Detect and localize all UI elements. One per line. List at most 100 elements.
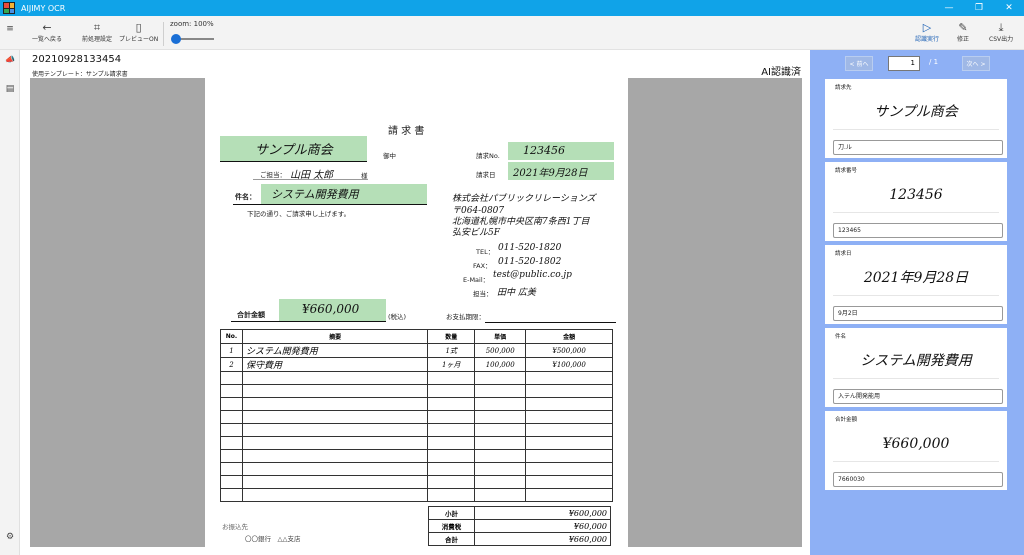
item-unit-price: 100,000: [474, 357, 527, 372]
template-name: 使用テンプレート：サンプル請求書: [32, 71, 128, 78]
left-nav: ≡ 📣 ▤ ⚙: [0, 24, 20, 555]
header-quantity: 数量: [427, 329, 476, 344]
preview-toggle-button[interactable]: ▯ プレビューON: [119, 22, 158, 44]
toolbar-separator: [163, 22, 164, 46]
preprocess-settings-button[interactable]: ⌗ 前処理設定: [82, 21, 112, 44]
item-quantity: [427, 449, 476, 463]
field-card: 請求日 2021年9月28日 9月2日: [825, 245, 1007, 324]
settings-gear-icon[interactable]: ⚙: [4, 532, 16, 542]
field-ocr-input[interactable]: 9月2日: [833, 306, 1003, 321]
close-button[interactable]: ✕: [994, 3, 1024, 13]
subtotal-row: 小計 ¥600,000: [428, 506, 611, 520]
document-canvas[interactable]: 請 求 書 サンプル商会 御中 ご担当： 山田 太郎 様 件名： システム開発費…: [30, 78, 802, 547]
invoice-page: 請 求 書 サンプル商会 御中 ご担当： 山田 太郎 様 件名： システム開発費…: [205, 78, 628, 547]
document-icon[interactable]: ▤: [4, 84, 16, 94]
rep-value: 田中 広美: [497, 288, 536, 298]
field-label: 請求日: [835, 251, 852, 257]
maximize-button[interactable]: ❐: [964, 3, 994, 13]
item-unit-price: [474, 475, 527, 489]
item-unit-price: [474, 449, 527, 463]
table-row: 2 保守費用 1ヶ月 100,000 ¥100,000: [220, 357, 613, 372]
csv-export-button[interactable]: ⤓ CSV出力: [989, 22, 1014, 44]
item-quantity: [427, 384, 476, 398]
edit-button[interactable]: ✎ 修正: [957, 22, 970, 44]
item-description: [241, 436, 429, 450]
item-no: [220, 462, 243, 476]
megaphone-icon[interactable]: 📣: [4, 55, 16, 64]
item-no: [220, 488, 243, 502]
item-quantity: 1ヶ月: [427, 357, 476, 372]
item-description: システム開発費用: [241, 343, 429, 358]
total-amount-text: ¥660,000: [302, 302, 360, 316]
bank-value: 〇〇銀行 △△支店: [245, 535, 301, 543]
item-amount: [525, 384, 613, 398]
crop-icon: ⌗: [93, 21, 101, 34]
toolbar: ← 一覧へ戻る ⌗ 前処理設定 ▯ プレビューON ▷ 認識実行 ✎ 修正 ⤓ …: [0, 16, 1024, 50]
item-amount: ¥500,000: [525, 343, 613, 358]
field-image-crop: 2021年9月28日: [833, 261, 999, 296]
invoice-title: 請 求 書: [388, 126, 425, 137]
item-unit-price: 500,000: [474, 343, 527, 358]
item-description: [241, 410, 429, 424]
recognize-button[interactable]: ▷ 認識実行: [915, 22, 939, 44]
item-no: [220, 397, 243, 411]
item-no: [220, 423, 243, 437]
item-no: 2: [220, 357, 243, 372]
next-page-button[interactable]: 次へ >: [962, 56, 990, 71]
tax-value: ¥60,000: [474, 519, 611, 533]
item-description: [241, 449, 429, 463]
item-no: [220, 384, 243, 398]
item-unit-price: [474, 488, 527, 502]
field-label: 請求番号: [835, 168, 858, 174]
window-title: AIJIMY OCR: [21, 3, 66, 13]
minimize-button[interactable]: —: [934, 3, 964, 13]
app-logo-icon: [3, 2, 15, 14]
zoom-slider[interactable]: [170, 34, 214, 44]
fields-panel: < 前へ 1 / 1 次へ > 請求先 サンプル商会 刀.ル請求番号 123456 12…: [810, 50, 1024, 555]
item-unit-price: [474, 436, 527, 450]
field-ocr-input[interactable]: 入テん開発能用: [833, 389, 1003, 404]
field-card: 請求先 サンプル商会 刀.ル: [825, 79, 1007, 158]
item-amount: ¥100,000: [525, 357, 613, 372]
field-label: 合計金額: [835, 417, 858, 423]
subject-label: 件名：: [235, 193, 256, 201]
page-total: / 1: [929, 58, 939, 66]
totals-table: 小計 ¥600,000 消費税 ¥60,000 合計 ¥660,000: [428, 506, 611, 546]
edit-label: 修正: [957, 36, 970, 43]
field-card: 件名 システム開発費用 入テん開発能用: [825, 328, 1007, 407]
table-row: [220, 423, 613, 437]
fax-value: 011-520-1802: [498, 257, 562, 267]
table-row: [220, 410, 613, 424]
invoice-date-label: 請求日: [476, 171, 496, 179]
invoice-intro: 下記の通り、ご請求申し上げます。: [247, 210, 351, 218]
item-amount: [525, 397, 613, 411]
grand-total-row: 合計 ¥660,000: [428, 532, 611, 546]
tax-row: 消費税 ¥60,000: [428, 519, 611, 533]
field-label: 請求先: [835, 85, 852, 91]
hamburger-menu-icon[interactable]: ≡: [4, 24, 16, 34]
item-amount: [525, 436, 613, 450]
back-to-list-button[interactable]: ← 一覧へ戻る: [32, 22, 62, 44]
subtotal-value: ¥600,000: [474, 506, 611, 520]
field-image-crop: 123456: [833, 178, 999, 213]
zoom-slider-thumb[interactable]: [171, 34, 181, 44]
prev-page-button[interactable]: < 前へ: [845, 56, 873, 71]
contact-label: ご担当：: [260, 171, 286, 179]
item-quantity: [427, 488, 476, 502]
bank-label: お振込先: [222, 523, 248, 531]
item-no: [220, 410, 243, 424]
field-ocr-input[interactable]: 7660030: [833, 472, 1003, 487]
page-number-input[interactable]: 1: [888, 56, 920, 71]
grand-total-value: ¥660,000: [474, 532, 611, 546]
item-description: [241, 384, 429, 398]
item-quantity: [427, 423, 476, 437]
total-amount-label: 合計金額: [237, 311, 265, 319]
csv-export-label: CSV出力: [989, 36, 1014, 43]
email-label: E-Mail：: [463, 276, 490, 284]
field-card: 請求番号 123456 123465: [825, 162, 1007, 241]
field-ocr-input[interactable]: 123465: [833, 223, 1003, 238]
field-ocr-input[interactable]: 刀.ル: [833, 140, 1003, 155]
item-amount: [525, 462, 613, 476]
field-label: 件名: [835, 334, 847, 340]
fax-label: FAX：: [473, 262, 492, 270]
